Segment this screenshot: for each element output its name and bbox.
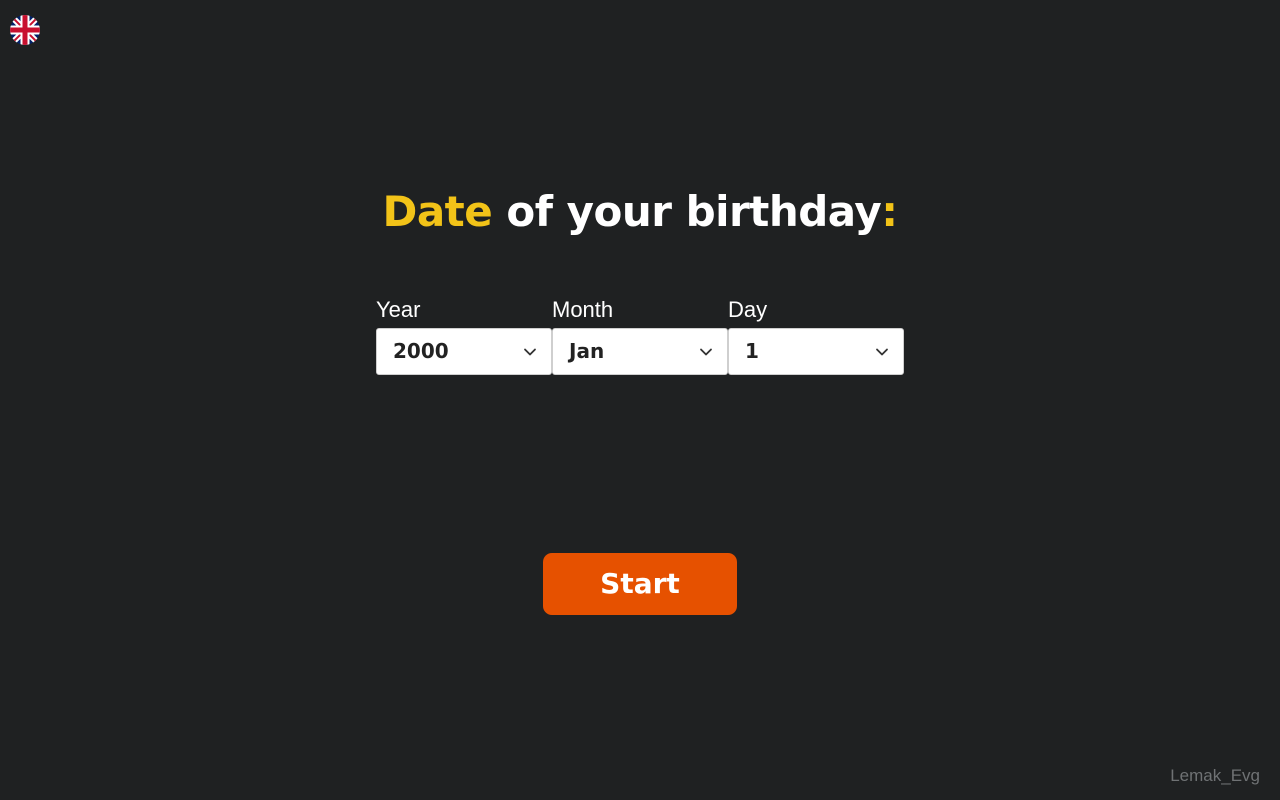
day-value: 1 bbox=[745, 339, 759, 363]
author-credit: Lemak_Evg bbox=[1170, 766, 1260, 785]
start-button[interactable]: Start bbox=[543, 553, 737, 615]
birthday-page: Date of your birthday: Year 2000 Month J… bbox=[0, 0, 1280, 800]
chevron-down-icon bbox=[699, 345, 713, 359]
year-label: Year bbox=[376, 297, 421, 322]
title-main-text: of your birthday bbox=[492, 187, 882, 236]
day-field: Day 1 bbox=[728, 296, 904, 375]
month-field: Month Jan bbox=[552, 296, 728, 375]
year-select[interactable]: 2000 bbox=[376, 328, 552, 375]
year-value: 2000 bbox=[393, 339, 449, 363]
chevron-down-icon bbox=[875, 345, 889, 359]
month-label: Month bbox=[552, 297, 614, 322]
page-title: Date of your birthday: bbox=[0, 186, 1280, 238]
birthday-date-fields: Year 2000 Month Jan Day 1 bbox=[376, 296, 904, 375]
title-accent-word: Date bbox=[382, 187, 493, 236]
day-select[interactable]: 1 bbox=[728, 328, 904, 375]
chevron-down-icon bbox=[523, 345, 537, 359]
title-colon: : bbox=[881, 187, 898, 236]
day-label: Day bbox=[728, 297, 768, 322]
month-value: Jan bbox=[569, 339, 605, 363]
year-field: Year 2000 bbox=[376, 296, 552, 375]
month-select[interactable]: Jan bbox=[552, 328, 728, 375]
uk-flag-icon[interactable] bbox=[10, 15, 40, 45]
